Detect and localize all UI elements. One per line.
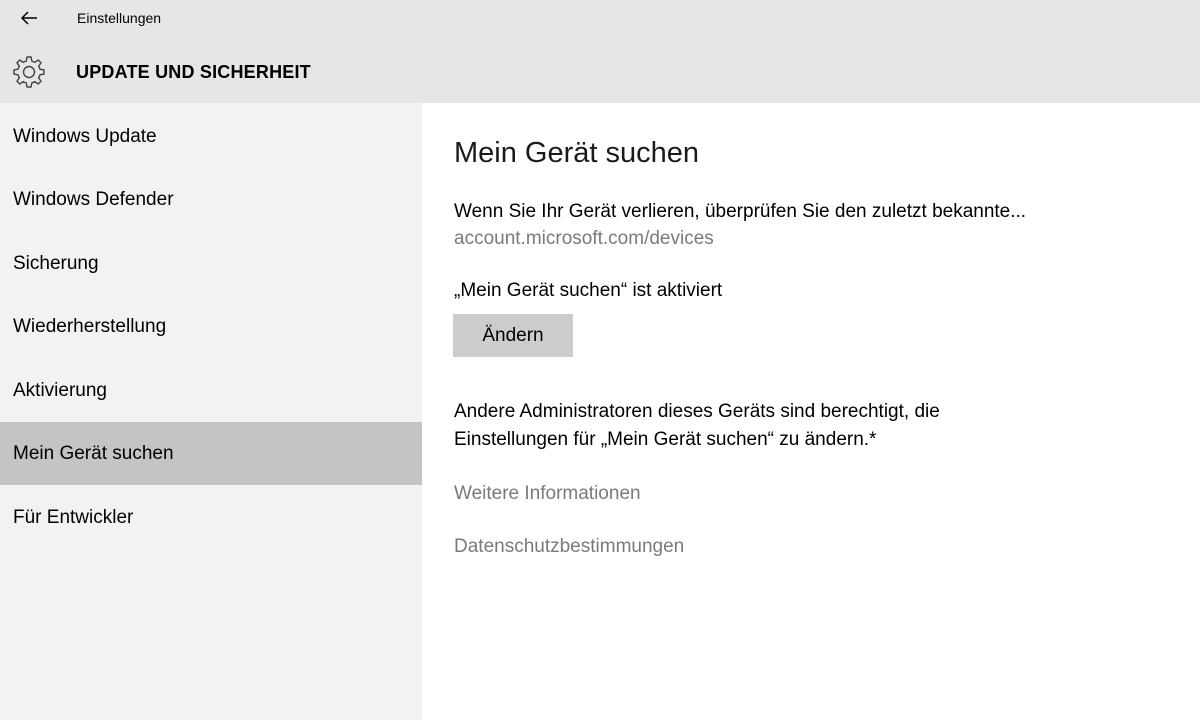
admin-info-text: Andere Administratoren dieses Geräts sin… [454, 398, 940, 454]
sidebar-item-label: Aktivierung [13, 379, 107, 401]
more-info-link[interactable]: Weitere Informationen [454, 483, 641, 505]
sidebar-item-aktivierung[interactable]: Aktivierung [0, 359, 422, 422]
sidebar-item-wiederherstellung[interactable]: Wiederherstellung [0, 295, 422, 358]
devices-link[interactable]: account.microsoft.com/devices [454, 228, 714, 250]
sidebar-item-fuer-entwickler[interactable]: Für Entwickler [0, 486, 422, 549]
back-button[interactable] [14, 4, 44, 32]
main-content: Mein Gerät suchen Wenn Sie Ihr Gerät ver… [422, 103, 1200, 720]
sidebar-item-sicherung[interactable]: Sicherung [0, 232, 422, 295]
section-title: UPDATE UND SICHERHEIT [76, 62, 311, 82]
admin-info-line-1: Andere Administratoren dieses Geräts sin… [454, 401, 940, 422]
admin-info-line-2: Einstellungen für „Mein Gerät suchen“ zu… [454, 429, 877, 450]
sidebar-item-label: Für Entwickler [13, 506, 134, 528]
sidebar-item-label: Sicherung [13, 252, 99, 274]
status-text: „Mein Gerät suchen“ ist aktiviert [454, 280, 723, 301]
sidebar: Windows Update Windows Defender Sicherun… [0, 103, 422, 720]
app-title: Einstellungen [77, 10, 162, 26]
sidebar-item-label: Wiederherstellung [13, 315, 167, 337]
sidebar-item-mein-geraet-suchen[interactable]: Mein Gerät suchen [0, 422, 422, 485]
sidebar-item-windows-defender[interactable]: Windows Defender [0, 168, 422, 231]
sidebar-item-label: Windows Defender [13, 188, 174, 210]
description-text: Wenn Sie Ihr Gerät verlieren, überprüfen… [454, 201, 1027, 222]
change-button[interactable]: Ändern [453, 314, 573, 357]
back-arrow-icon [20, 11, 37, 25]
sidebar-item-windows-update[interactable]: Windows Update [0, 105, 422, 168]
gear-icon [13, 56, 45, 88]
privacy-link[interactable]: Datenschutzbestimmungen [454, 536, 684, 558]
sidebar-item-label: Mein Gerät suchen [13, 442, 174, 464]
title-bar: Einstellungen [0, 0, 1200, 36]
sidebar-item-label: Windows Update [13, 125, 157, 147]
section-header: UPDATE UND SICHERHEIT [0, 36, 1200, 103]
page-title: Mein Gerät suchen [454, 137, 700, 169]
